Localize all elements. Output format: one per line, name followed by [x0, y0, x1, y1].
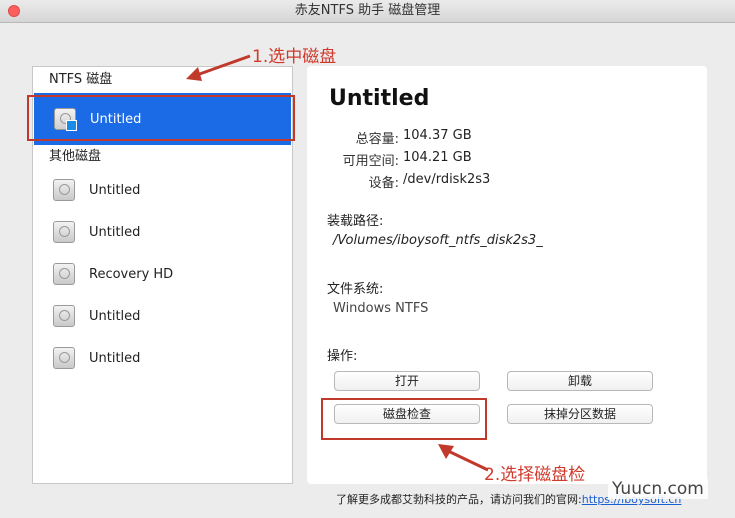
open-button[interactable]: 打开: [334, 371, 480, 391]
footer-message: 了解更多成都艾勃科技的产品，请访问我们的官网:: [336, 493, 582, 506]
disk-name: Untitled: [89, 224, 141, 240]
filesystem-value: Windows NTFS: [333, 301, 429, 316]
other-section-header: 其他磁盘: [49, 149, 102, 164]
filesystem-label: 文件系统:: [327, 282, 384, 297]
disk-name: Untitled: [89, 350, 141, 366]
operations-label: 操作:: [327, 349, 358, 364]
step1-annotation: 1.选中磁盘: [252, 47, 337, 67]
hard-disk-icon: [53, 347, 75, 369]
step2-arrow-icon: [438, 444, 489, 472]
hard-disk-icon: [53, 305, 75, 327]
volume-title: Untitled: [329, 86, 430, 111]
step2-highlight-box: [321, 398, 487, 440]
hard-disk-icon: [53, 221, 75, 243]
step2-annotation: 2.选择磁盘检: [484, 465, 586, 485]
step1-highlight-box: [27, 95, 295, 141]
title-bar: 赤友NTFS 助手 磁盘管理: [0, 0, 735, 23]
disk-name: Untitled: [89, 308, 141, 324]
disk-item[interactable]: Recovery HD: [33, 253, 292, 295]
mount-path-label: 装载路径:: [327, 214, 384, 229]
total-capacity-label: 总容量:: [355, 132, 399, 147]
unmount-button[interactable]: 卸载: [507, 371, 653, 391]
window-title: 赤友NTFS 助手 磁盘管理: [294, 3, 441, 18]
disk-name: Untitled: [89, 182, 141, 198]
disk-item[interactable]: Untitled: [33, 295, 292, 337]
step1-arrow-icon: [186, 54, 251, 81]
erase-partition-button[interactable]: 抹掉分区数据: [507, 404, 653, 424]
hard-disk-icon: [53, 263, 75, 285]
disk-name: Recovery HD: [89, 266, 174, 282]
free-space-label: 可用空间:: [342, 154, 399, 169]
mount-path-value: /Volumes/iboysoft_ntfs_disk2s3_: [333, 233, 543, 248]
close-window-button[interactable]: [8, 5, 20, 17]
device-label: 设备:: [368, 176, 399, 191]
device-value: /dev/rdisk2s3: [403, 172, 491, 187]
disk-item[interactable]: Untitled: [33, 337, 292, 379]
disk-item[interactable]: Untitled: [33, 211, 292, 253]
hard-disk-icon: [53, 179, 75, 201]
watermark: Yuucn.com: [608, 479, 708, 499]
disk-item[interactable]: Untitled: [33, 169, 292, 211]
free-space-value: 104.21 GB: [403, 150, 472, 165]
total-capacity-value: 104.37 GB: [403, 128, 472, 143]
